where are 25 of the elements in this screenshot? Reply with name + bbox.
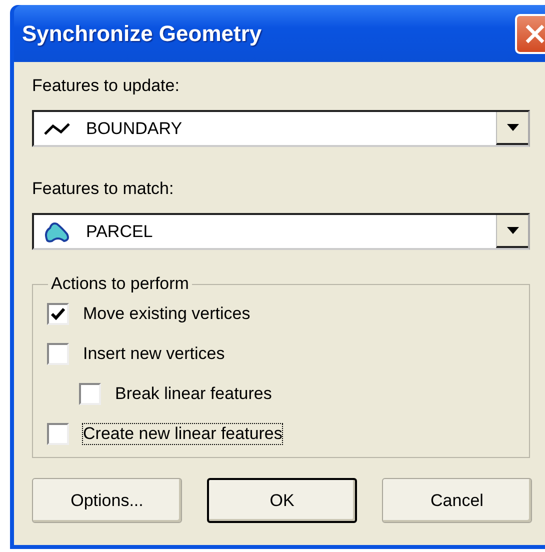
field-label: Features to match:: [32, 179, 175, 199]
caret-icon: [506, 227, 518, 234]
polygon-icon: [42, 220, 72, 244]
group-title: Actions to perform: [50, 274, 190, 294]
dialog-button[interactable]: Cancel: [382, 478, 532, 523]
checkbox-label: Move existing vertices: [83, 304, 250, 324]
feature-dropdown[interactable]: PARCEL: [32, 213, 530, 250]
checkbox[interactable]: [79, 383, 101, 405]
checkbox[interactable]: [47, 303, 69, 325]
feature-dropdown[interactable]: BOUNDARY: [32, 110, 530, 147]
dialog-button[interactable]: OK: [207, 478, 357, 523]
close-icon: [524, 22, 545, 44]
close-button[interactable]: [515, 14, 545, 54]
caret-icon: [506, 124, 518, 131]
checkbox-label: Insert new vertices: [83, 344, 225, 364]
window-title: Synchronize Geometry: [22, 20, 262, 46]
dropdown-arrow-button[interactable]: [496, 215, 528, 248]
dialog-button[interactable]: Options...: [32, 478, 182, 523]
check-icon: [51, 308, 65, 320]
checkbox[interactable]: [47, 343, 69, 365]
dropdown-arrow-button[interactable]: [496, 112, 528, 145]
checkbox[interactable]: [47, 423, 69, 445]
field-label: Features to update:: [32, 76, 180, 96]
checkbox-label: Create new linear features: [83, 424, 282, 444]
checkbox-label: Break linear features: [115, 384, 272, 404]
